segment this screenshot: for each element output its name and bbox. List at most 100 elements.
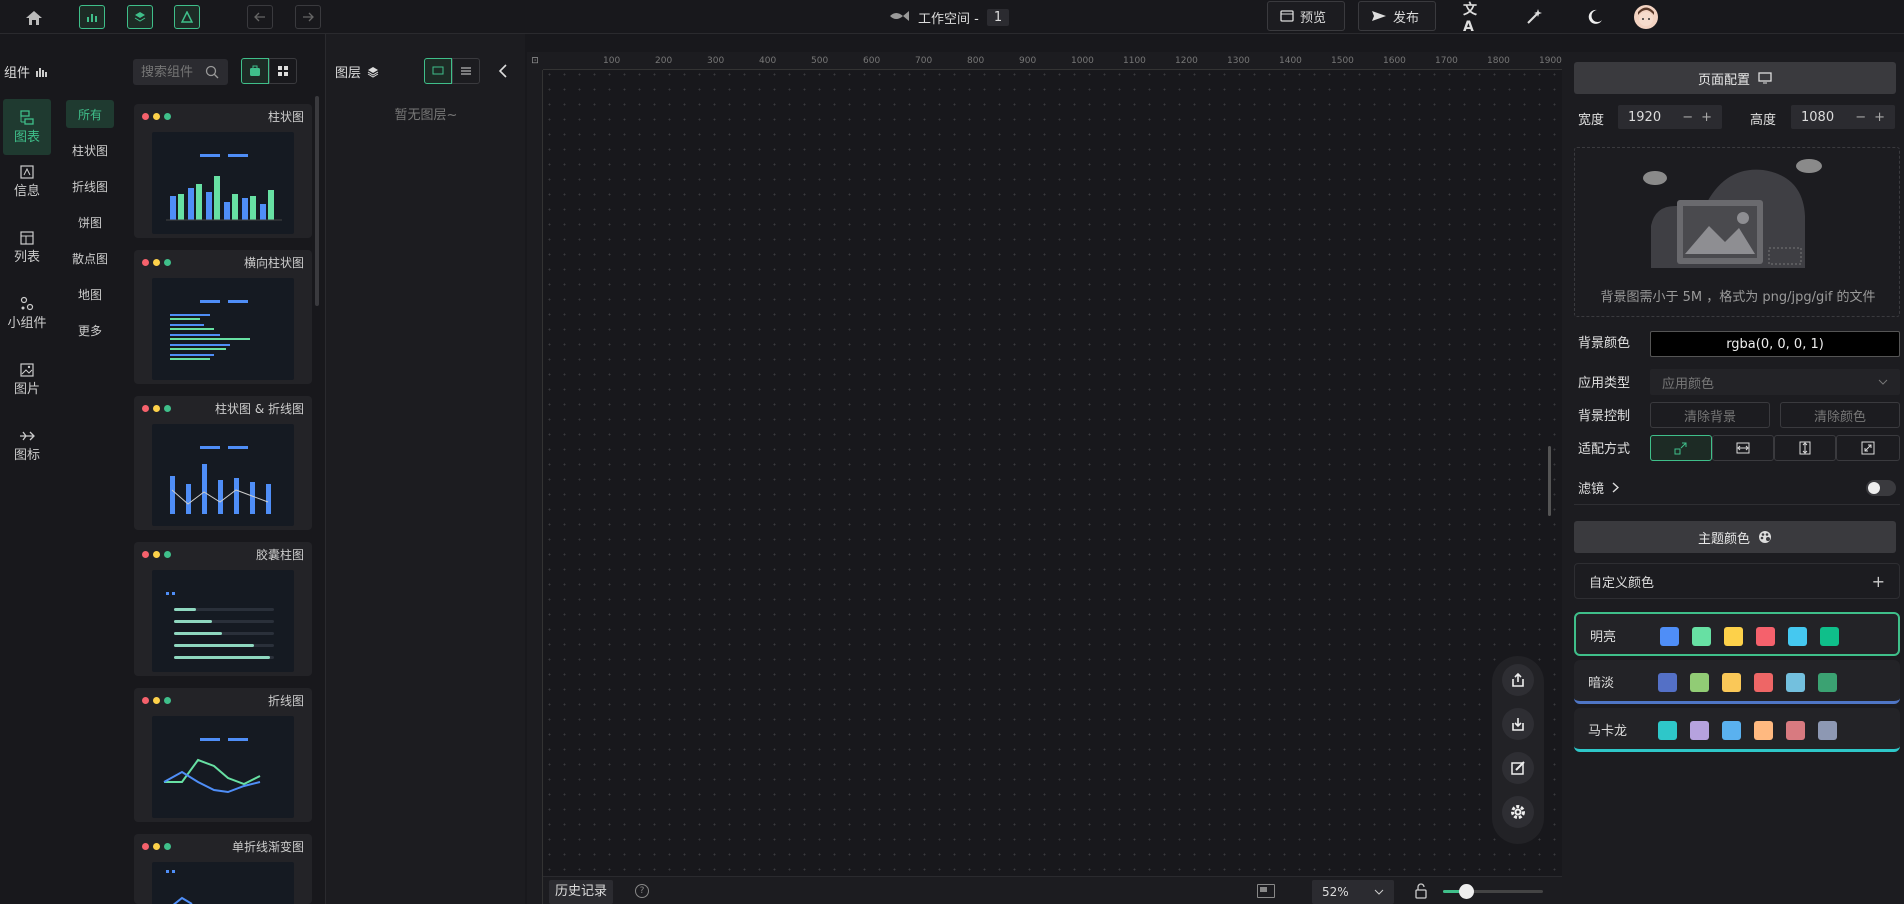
width-input[interactable]: 1920 − + bbox=[1618, 105, 1722, 129]
vertical-ruler bbox=[527, 52, 543, 904]
card-title: 折线图 bbox=[267, 693, 304, 708]
custom-color-row[interactable]: 自定义颜色 + bbox=[1574, 563, 1900, 599]
undo-button[interactable] bbox=[247, 5, 273, 29]
details-toggle-button[interactable] bbox=[174, 5, 200, 29]
collapse-layers-icon[interactable] bbox=[498, 64, 512, 78]
fit-height-button[interactable] bbox=[1774, 435, 1836, 461]
color-swatch bbox=[1788, 627, 1807, 646]
subcat-more[interactable]: 更多 bbox=[66, 316, 114, 344]
subcat-line[interactable]: 折线图 bbox=[66, 172, 114, 200]
export-button[interactable] bbox=[1502, 664, 1534, 696]
minimap-icon[interactable] bbox=[1257, 884, 1275, 898]
card-title: 单折线渐变图 bbox=[231, 839, 304, 854]
height-minus-icon[interactable]: − bbox=[1855, 110, 1866, 125]
bg-color-picker[interactable]: rgba(0, 0, 0, 1) bbox=[1650, 331, 1900, 357]
app-type-value: 应用颜色 bbox=[1662, 376, 1715, 392]
width-minus-icon[interactable]: − bbox=[1682, 110, 1693, 125]
category-chart[interactable]: 图表 bbox=[3, 99, 51, 155]
subcat-pie[interactable]: 饼图 bbox=[66, 208, 114, 236]
zoom-slider[interactable] bbox=[1443, 884, 1543, 899]
clear-background-button[interactable]: 清除背景 bbox=[1650, 402, 1770, 428]
publish-button[interactable]: 发布 bbox=[1358, 1, 1436, 31]
theme-color-header[interactable]: 主题颜色 bbox=[1574, 521, 1896, 553]
ruler-tick: 900 bbox=[1019, 56, 1037, 66]
edit-icon bbox=[1511, 761, 1525, 775]
clear-color-button[interactable]: 清除颜色 bbox=[1780, 402, 1900, 428]
view-mode-single-button[interactable] bbox=[241, 58, 269, 84]
height-input[interactable]: 1080 − + bbox=[1791, 105, 1895, 129]
gear-icon bbox=[1511, 805, 1525, 819]
color-swatch bbox=[1658, 721, 1677, 740]
component-scrollbar[interactable] bbox=[315, 96, 319, 306]
category-list[interactable]: 列表 bbox=[3, 219, 51, 275]
home-icon[interactable] bbox=[24, 9, 44, 27]
fit-full-button[interactable] bbox=[1836, 435, 1900, 461]
theme-card-dim[interactable]: 暗淡 bbox=[1574, 660, 1900, 704]
height-label: 高度 bbox=[1750, 113, 1777, 128]
ruler-tick: 200 bbox=[655, 56, 673, 66]
subcat-all[interactable]: 所有 bbox=[66, 100, 114, 128]
component-card[interactable]: 柱状图 & 折线图 bbox=[134, 396, 312, 530]
settings-button[interactable] bbox=[1502, 796, 1534, 828]
color-swatch bbox=[1754, 673, 1773, 692]
ruler-tick: 100 bbox=[603, 56, 621, 66]
subcat-scatter[interactable]: 散点图 bbox=[66, 244, 114, 272]
zoom-select[interactable]: 52% bbox=[1312, 880, 1394, 904]
lock-icon[interactable] bbox=[1415, 883, 1427, 903]
component-card[interactable]: 折线图 bbox=[134, 688, 312, 822]
category-info[interactable]: 信息 bbox=[3, 153, 51, 209]
filter-toggle[interactable] bbox=[1866, 480, 1896, 496]
category-widget[interactable]: 小组件 bbox=[3, 285, 51, 341]
dark-mode-icon[interactable] bbox=[1585, 7, 1605, 27]
component-search-input[interactable] bbox=[141, 64, 205, 80]
page-config-header[interactable]: 页面配置 bbox=[1574, 62, 1896, 94]
layer-view-thumbnail-button[interactable] bbox=[424, 58, 452, 84]
filter-label[interactable]: 滤镜 bbox=[1578, 478, 1620, 497]
fit-scale-button[interactable] bbox=[1650, 435, 1712, 461]
app-type-select[interactable]: 应用颜色 bbox=[1650, 369, 1900, 395]
category-icon[interactable]: 图标 bbox=[3, 417, 51, 473]
theme-card-macaron[interactable]: 马卡龙 bbox=[1574, 708, 1900, 752]
translate-icon[interactable]: 文A bbox=[1463, 2, 1485, 35]
background-upload-area[interactable]: 背景图需小于 5M ，格式为 png/jpg/gif 的文件 bbox=[1574, 147, 1900, 317]
workspace-label: 工作空间 - bbox=[918, 12, 979, 27]
color-swatch bbox=[1754, 721, 1773, 740]
component-card[interactable]: 柱状图 bbox=[134, 104, 312, 238]
help-icon[interactable]: ? bbox=[635, 884, 649, 898]
fit-width-button[interactable] bbox=[1712, 435, 1774, 461]
list-icon bbox=[461, 67, 471, 75]
canvas-scroll-thumb[interactable] bbox=[1548, 446, 1551, 516]
component-card[interactable]: 横向柱状图 bbox=[134, 250, 312, 384]
horizontal-bar-thumbnail bbox=[152, 278, 294, 380]
view-mode-grid-button[interactable] bbox=[269, 58, 297, 84]
redo-button[interactable] bbox=[295, 5, 321, 29]
charts-toggle-button[interactable] bbox=[79, 5, 105, 29]
width-plus-icon[interactable]: + bbox=[1701, 110, 1712, 125]
category-label: 信息 bbox=[13, 183, 40, 199]
layer-view-list-button[interactable] bbox=[452, 58, 480, 84]
subcat-map[interactable]: 地图 bbox=[66, 280, 114, 308]
component-card[interactable]: 单折线渐变图 bbox=[134, 834, 312, 904]
preview-button[interactable]: 预览 bbox=[1267, 1, 1345, 31]
search-icon[interactable] bbox=[205, 65, 219, 79]
history-button[interactable]: 历史记录 bbox=[549, 880, 614, 904]
zoom-slider-handle[interactable] bbox=[1459, 884, 1474, 899]
workspace-number[interactable]: 1 bbox=[986, 9, 1010, 26]
theme-card-bright[interactable]: 明亮 bbox=[1574, 612, 1900, 656]
edit-button[interactable] bbox=[1502, 752, 1534, 784]
add-color-icon[interactable]: + bbox=[1872, 572, 1885, 591]
grid-icon bbox=[278, 66, 288, 76]
layers-toggle-button[interactable] bbox=[127, 5, 153, 29]
fit-height-icon bbox=[1799, 441, 1811, 455]
height-plus-icon[interactable]: + bbox=[1874, 110, 1885, 125]
editor-canvas[interactable] bbox=[527, 52, 1562, 904]
color-swatch bbox=[1820, 627, 1839, 646]
import-button[interactable] bbox=[1502, 708, 1534, 740]
user-avatar[interactable] bbox=[1634, 5, 1658, 29]
magic-wand-icon[interactable] bbox=[1524, 7, 1544, 27]
category-image[interactable]: 图片 bbox=[3, 351, 51, 407]
subcat-bar[interactable]: 柱状图 bbox=[66, 136, 114, 164]
component-card[interactable]: 胶囊柱图 bbox=[134, 542, 312, 676]
color-swatch bbox=[1722, 721, 1741, 740]
component-search-box[interactable] bbox=[133, 59, 228, 85]
